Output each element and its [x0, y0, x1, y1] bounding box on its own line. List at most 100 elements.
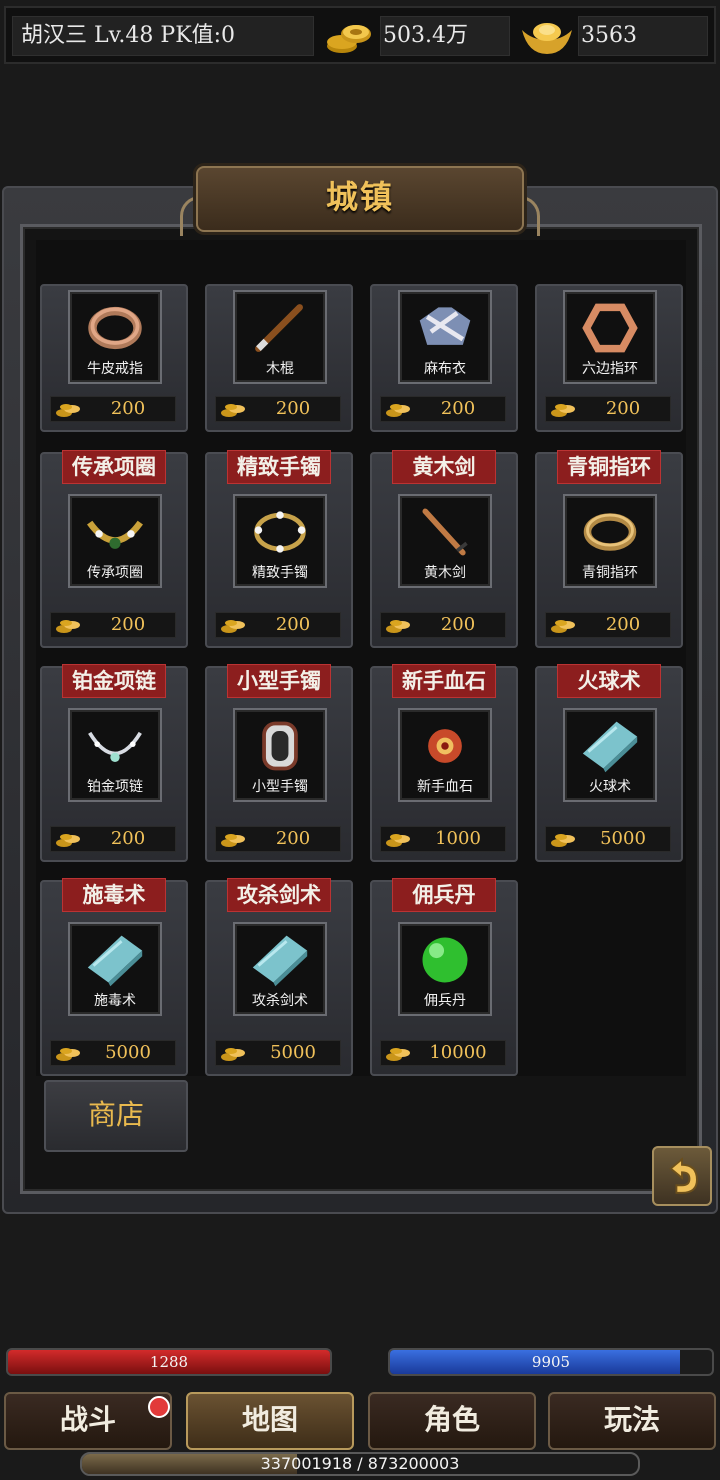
- item-slot[interactable]: 青铜指环: [563, 494, 657, 588]
- item-tag: 精致手镯: [227, 450, 331, 484]
- item-price: 200: [380, 612, 506, 638]
- gold-coins-icon: [386, 404, 410, 417]
- shop-item-card[interactable]: 六边指环 200: [535, 284, 683, 432]
- item-tag: 佣兵丹: [392, 878, 496, 912]
- stick-icon: [255, 304, 303, 352]
- item-price-value: 5000: [105, 1042, 151, 1063]
- shop-item-card[interactable]: 牛皮戒指 200: [40, 284, 188, 432]
- item-price-value: 200: [275, 614, 311, 635]
- item-tag: 攻杀剑术: [227, 878, 331, 912]
- top-status-bar: 胡汉三 Lv.48 PK值:0 503.4万 3563: [4, 6, 716, 64]
- gold-coins-icon: [221, 620, 245, 633]
- item-tag: 火球术: [557, 664, 661, 698]
- item-name: 攻杀剑术: [252, 993, 308, 1009]
- gold-coins-icon: [551, 404, 575, 417]
- back-button[interactable]: [652, 1146, 712, 1206]
- item-name: 六边指环: [582, 361, 638, 377]
- necklace-icon: [87, 520, 143, 549]
- wooden-sword-icon: [422, 508, 468, 556]
- bronze-ring-icon: [583, 513, 637, 551]
- item-tag: 新手血石: [392, 664, 496, 698]
- skill-book-icon: [252, 935, 308, 987]
- shop-item-card[interactable]: 青铜指环 青铜指环 200: [535, 450, 683, 648]
- item-price: 200: [215, 826, 341, 852]
- cloth-armor-icon: [419, 307, 471, 345]
- item-price: 5000: [50, 1040, 176, 1066]
- item-name: 麻布衣: [424, 361, 466, 377]
- item-name: 新手血石: [417, 779, 473, 795]
- mp-value: 9905: [531, 1353, 571, 1371]
- shop-item-card[interactable]: 铂金项链 铂金项链 200: [40, 664, 188, 862]
- shop-item-card[interactable]: 佣兵丹 佣兵丹 10000: [370, 878, 518, 1076]
- item-name: 传承项圈: [87, 565, 143, 581]
- item-name: 铂金项链: [87, 779, 143, 795]
- item-price: 10000: [380, 1040, 506, 1066]
- skill-book-icon: [582, 721, 638, 773]
- nav-map-button[interactable]: 地图: [186, 1392, 354, 1450]
- gold-coins-icon: [56, 834, 80, 847]
- item-slot[interactable]: 铂金项链: [68, 708, 162, 802]
- item-slot[interactable]: 精致手镯: [233, 494, 327, 588]
- item-slot[interactable]: 木棍: [233, 290, 327, 384]
- ring-icon: [88, 306, 142, 350]
- item-tag: 施毒术: [62, 878, 166, 912]
- item-price-value: 200: [275, 828, 311, 849]
- item-slot[interactable]: 攻杀剑术: [233, 922, 327, 1016]
- item-tag: 青铜指环: [557, 450, 661, 484]
- nav-gameplay-button[interactable]: 玩法: [548, 1392, 716, 1450]
- gold-coins-icon: [56, 1048, 80, 1061]
- item-slot[interactable]: 小型手镯: [233, 708, 327, 802]
- hex-ring-icon: [582, 303, 638, 353]
- item-tag: 黄木剑: [392, 450, 496, 484]
- item-price-value: 200: [605, 398, 641, 419]
- item-name: 小型手镯: [252, 779, 308, 795]
- nav-character-button[interactable]: 角色: [368, 1392, 536, 1450]
- shop-item-card[interactable]: 传承项圈 传承项圈 200: [40, 450, 188, 648]
- item-price-value: 5000: [600, 828, 646, 849]
- gold-coins-icon: [221, 404, 245, 417]
- shop-item-card[interactable]: 木棍 200: [205, 284, 353, 432]
- shop-item-card[interactable]: 精致手镯 精致手镯 200: [205, 450, 353, 648]
- shop-item-card[interactable]: 新手血石 新手血石 1000: [370, 664, 518, 862]
- item-price: 1000: [380, 826, 506, 852]
- gold-amount: 503.4万: [380, 16, 510, 56]
- shop-item-card[interactable]: 火球术 火球术 5000: [535, 664, 683, 862]
- item-slot[interactable]: 牛皮戒指: [68, 290, 162, 384]
- gold-coins-icon: [386, 834, 410, 847]
- item-tag: 铂金项链: [62, 664, 166, 698]
- shop-item-card[interactable]: 小型手镯 小型手镯 200: [205, 664, 353, 862]
- exp-value: 337001918 / 873200003: [260, 1454, 460, 1473]
- item-slot[interactable]: 六边指环: [563, 290, 657, 384]
- item-price-value: 200: [440, 614, 476, 635]
- item-slot[interactable]: 传承项圈: [68, 494, 162, 588]
- shop-tab[interactable]: 商店: [44, 1080, 188, 1152]
- item-price: 200: [545, 396, 671, 422]
- item-price-value: 5000: [270, 1042, 316, 1063]
- item-price-value: 200: [110, 614, 146, 635]
- item-price: 200: [50, 612, 176, 638]
- skill-book-icon: [87, 935, 143, 987]
- small-bracelet-icon: [262, 721, 298, 771]
- item-name: 牛皮戒指: [87, 361, 143, 377]
- item-slot[interactable]: 黄木剑: [398, 494, 492, 588]
- item-slot[interactable]: 麻布衣: [398, 290, 492, 384]
- hp-value: 1288: [149, 1353, 189, 1371]
- item-slot[interactable]: 火球术: [563, 708, 657, 802]
- shop-item-card[interactable]: 施毒术 施毒术 5000: [40, 878, 188, 1076]
- item-slot[interactable]: 新手血石: [398, 708, 492, 802]
- gold-coins-icon: [327, 25, 371, 53]
- item-slot[interactable]: 施毒术: [68, 922, 162, 1016]
- ingot-amount: 3563: [578, 16, 708, 56]
- return-arrow-icon: [669, 1157, 698, 1194]
- item-name: 黄木剑: [424, 565, 466, 581]
- shop-item-card[interactable]: 攻杀剑术 攻杀剑术 5000: [205, 878, 353, 1076]
- item-price-value: 200: [605, 614, 641, 635]
- item-slot[interactable]: 佣兵丹: [398, 922, 492, 1016]
- shop-item-card[interactable]: 麻布衣 200: [370, 284, 518, 432]
- bracelet-icon: [254, 511, 306, 553]
- nav-battle-button[interactable]: 战斗: [4, 1392, 172, 1450]
- shop-item-card[interactable]: 黄木剑 黄木剑 200: [370, 450, 518, 648]
- gold-ingot-icon: [522, 23, 572, 54]
- exp-bar: 337001918 / 873200003: [80, 1452, 640, 1476]
- notification-dot: [148, 1396, 170, 1418]
